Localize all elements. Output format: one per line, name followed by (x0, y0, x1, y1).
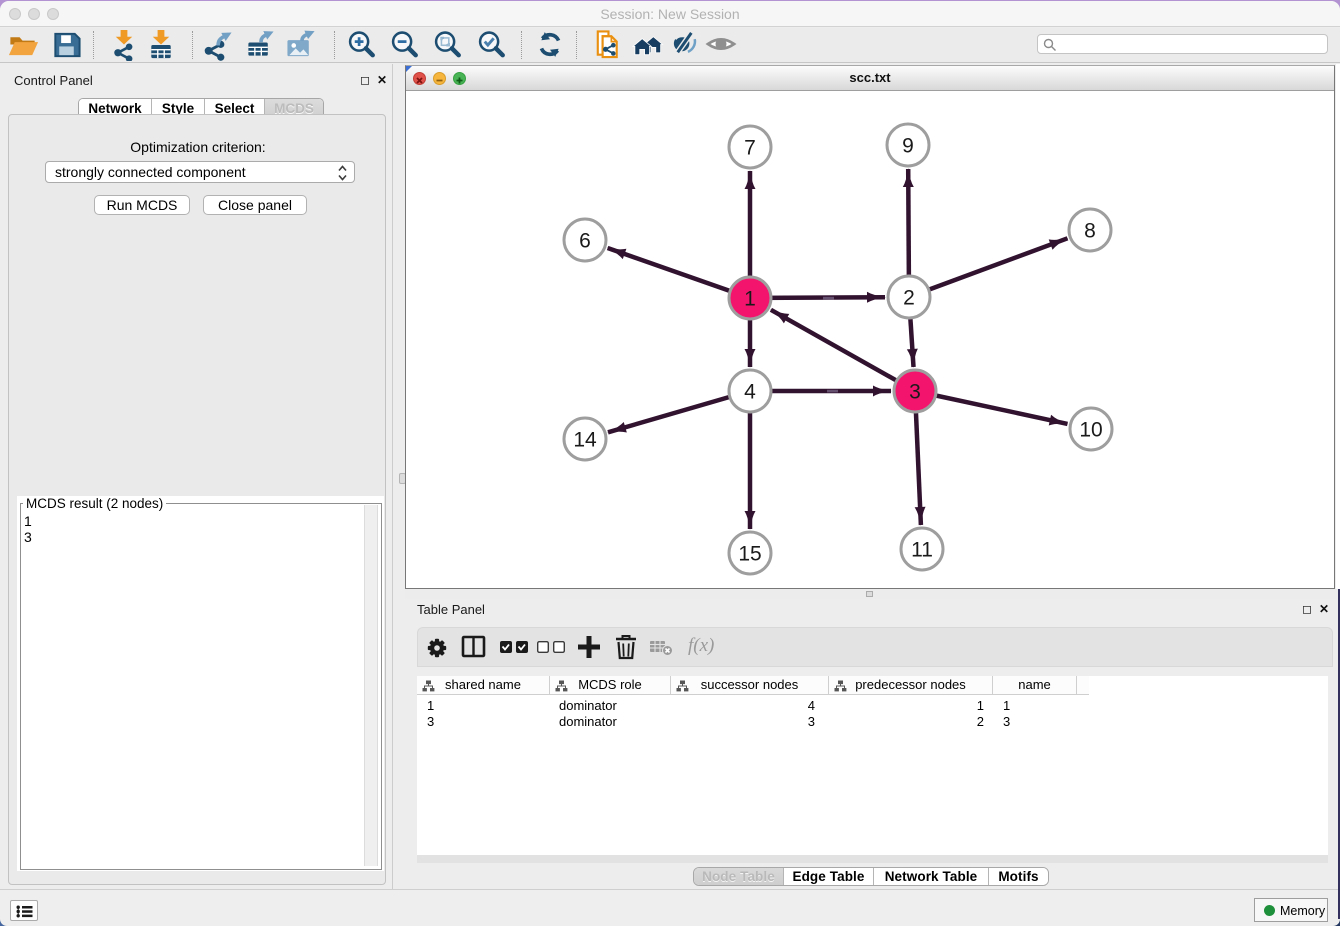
svg-text:2: 2 (903, 287, 915, 310)
svg-text:14: 14 (573, 429, 597, 452)
svg-text:3: 3 (909, 381, 921, 404)
svg-text:7: 7 (744, 137, 756, 160)
svg-text:8: 8 (1084, 220, 1096, 243)
svg-text:10: 10 (1079, 419, 1102, 442)
svg-text:6: 6 (579, 230, 591, 253)
svg-text:11: 11 (911, 539, 933, 562)
svg-text:9: 9 (902, 135, 914, 158)
svg-text:4: 4 (744, 381, 756, 404)
svg-text:1: 1 (744, 288, 756, 311)
svg-text:15: 15 (738, 543, 761, 566)
